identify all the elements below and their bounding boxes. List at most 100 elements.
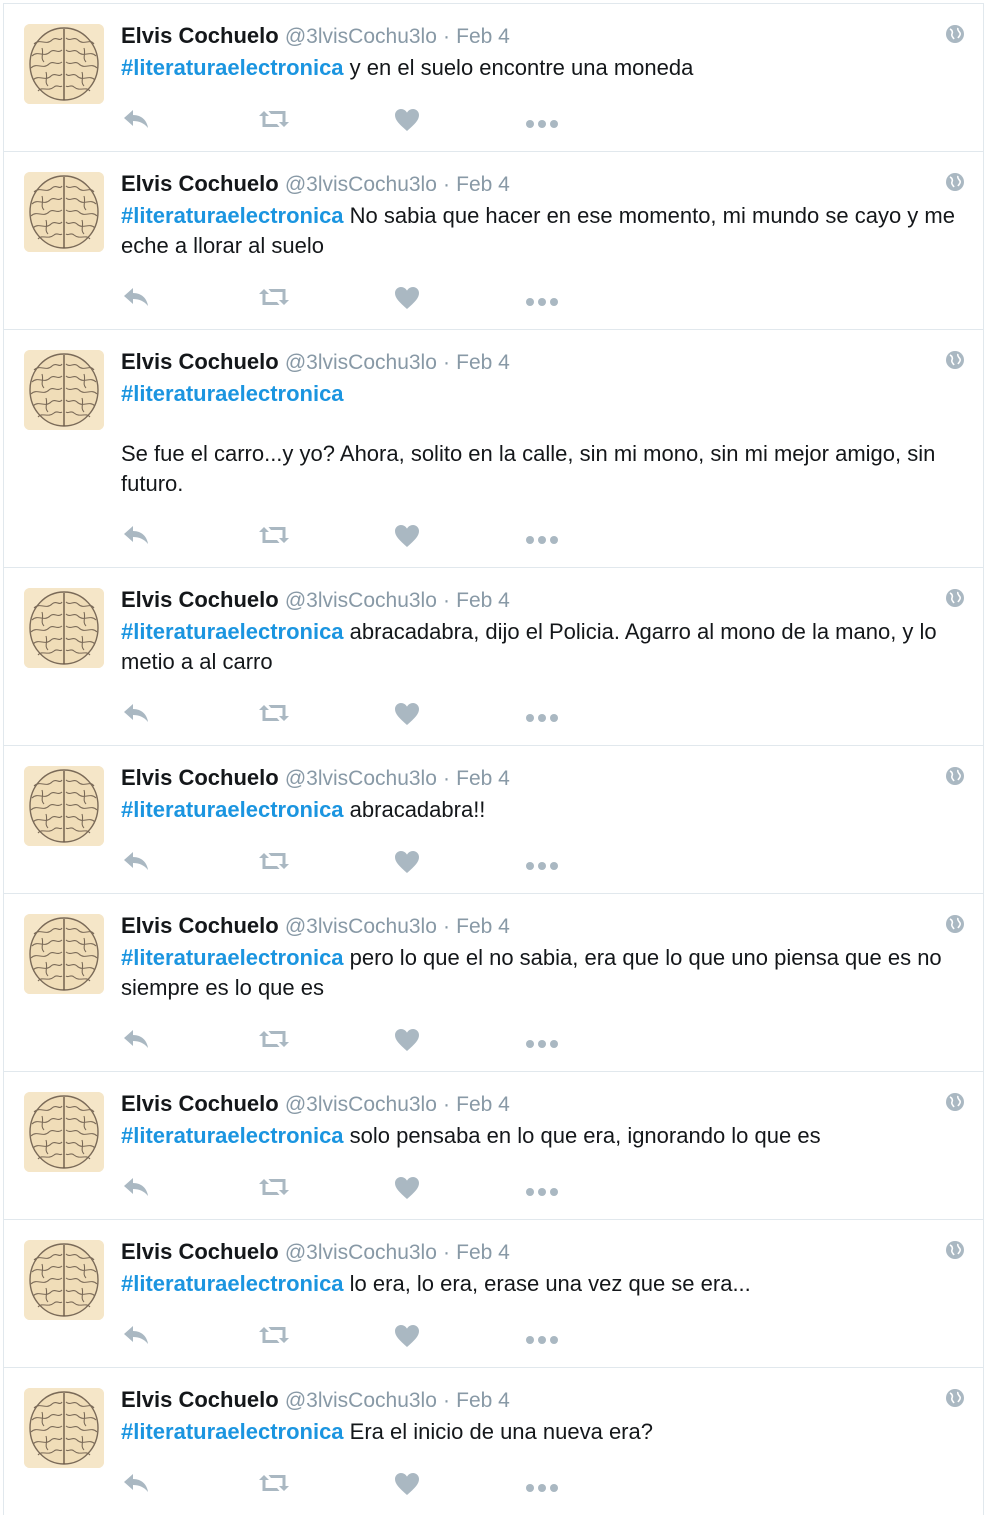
hashtag-link[interactable]: #literaturaelectronica [121, 619, 344, 644]
tweet-date[interactable]: Feb 4 [456, 767, 510, 790]
reply-icon[interactable] [121, 1323, 153, 1349]
avatar[interactable] [24, 588, 104, 668]
avatar[interactable] [24, 1092, 104, 1172]
author-handle[interactable]: @3lvisCochu3lo [285, 589, 437, 612]
more-icon[interactable] [525, 532, 559, 558]
heart-icon[interactable] [393, 285, 421, 311]
tweet[interactable]: Elvis Cochuelo @3lvisCochu3lo · Feb 4 #l… [4, 567, 983, 745]
heart-icon[interactable] [393, 1175, 421, 1201]
reply-icon[interactable] [121, 1027, 153, 1053]
avatar[interactable] [24, 1240, 104, 1320]
author-name[interactable]: Elvis Cochuelo [121, 1239, 279, 1264]
author-handle[interactable]: @3lvisCochu3lo [285, 1389, 437, 1412]
hashtag-link[interactable]: #literaturaelectronica [121, 1271, 344, 1296]
reply-icon[interactable] [121, 107, 153, 133]
reply-icon[interactable] [121, 523, 153, 549]
author-name[interactable]: Elvis Cochuelo [121, 765, 279, 790]
retweet-icon[interactable] [257, 701, 291, 727]
heart-icon[interactable] [393, 849, 421, 875]
tweet[interactable]: Elvis Cochuelo @3lvisCochu3lo · Feb 4 #l… [4, 329, 983, 567]
tweet-text: #literaturaelectronica Se fue el carro..… [121, 379, 963, 499]
retweet-icon[interactable] [257, 1027, 291, 1053]
tweet-date[interactable]: Feb 4 [456, 589, 510, 612]
author-handle[interactable]: @3lvisCochu3lo [285, 173, 437, 196]
globe-icon [945, 24, 965, 44]
tweet-actions [121, 523, 581, 549]
author-handle[interactable]: @3lvisCochu3lo [285, 767, 437, 790]
tweet-date[interactable]: Feb 4 [456, 351, 510, 374]
reply-icon[interactable] [121, 701, 153, 727]
tweet-text: #literaturaelectronica abracadabra!! [121, 795, 963, 825]
heart-icon[interactable] [393, 1323, 421, 1349]
author-name[interactable]: Elvis Cochuelo [121, 913, 279, 938]
hashtag-link[interactable]: #literaturaelectronica [121, 203, 344, 228]
avatar[interactable] [24, 172, 104, 252]
retweet-icon[interactable] [257, 1323, 291, 1349]
author-name[interactable]: Elvis Cochuelo [121, 349, 279, 374]
author-handle[interactable]: @3lvisCochu3lo [285, 351, 437, 374]
author-handle[interactable]: @3lvisCochu3lo [285, 1241, 437, 1264]
tweet-actions [121, 285, 581, 311]
more-icon[interactable] [525, 1036, 559, 1062]
retweet-icon[interactable] [257, 1471, 291, 1497]
tweet-date[interactable]: Feb 4 [456, 173, 510, 196]
hashtag-link[interactable]: #literaturaelectronica [121, 1123, 344, 1148]
heart-icon[interactable] [393, 107, 421, 133]
avatar[interactable] [24, 350, 104, 430]
avatar[interactable] [24, 766, 104, 846]
tweet-text: #literaturaelectronica solo pensaba en l… [121, 1121, 963, 1151]
author-handle[interactable]: @3lvisCochu3lo [285, 1093, 437, 1116]
avatar[interactable] [24, 914, 104, 994]
tweet-date[interactable]: Feb 4 [456, 915, 510, 938]
reply-icon[interactable] [121, 1175, 153, 1201]
heart-icon[interactable] [393, 523, 421, 549]
tweet-date[interactable]: Feb 4 [456, 1241, 510, 1264]
heart-icon[interactable] [393, 701, 421, 727]
hashtag-link[interactable]: #literaturaelectronica [121, 797, 344, 822]
retweet-icon[interactable] [257, 1175, 291, 1201]
tweet-date[interactable]: Feb 4 [456, 1389, 510, 1412]
separator-dot: · [443, 1093, 451, 1116]
retweet-icon[interactable] [257, 523, 291, 549]
tweet[interactable]: Elvis Cochuelo @3lvisCochu3lo · Feb 4 #l… [4, 745, 983, 893]
tweet-date[interactable]: Feb 4 [456, 25, 510, 48]
reply-icon[interactable] [121, 285, 153, 311]
retweet-icon[interactable] [257, 285, 291, 311]
more-icon[interactable] [525, 116, 559, 142]
hashtag-link[interactable]: #literaturaelectronica [121, 381, 344, 406]
tweet[interactable]: Elvis Cochuelo @3lvisCochu3lo · Feb 4 #l… [4, 1367, 983, 1515]
hashtag-link[interactable]: #literaturaelectronica [121, 945, 344, 970]
more-icon[interactable] [525, 1184, 559, 1210]
heart-icon[interactable] [393, 1027, 421, 1053]
author-name[interactable]: Elvis Cochuelo [121, 1387, 279, 1412]
author-name[interactable]: Elvis Cochuelo [121, 587, 279, 612]
hashtag-link[interactable]: #literaturaelectronica [121, 1419, 344, 1444]
avatar[interactable] [24, 1388, 104, 1468]
author-name[interactable]: Elvis Cochuelo [121, 171, 279, 196]
avatar[interactable] [24, 24, 104, 104]
tweet-actions [121, 849, 581, 875]
tweet[interactable]: Elvis Cochuelo @3lvisCochu3lo · Feb 4 #l… [4, 1219, 983, 1367]
tweet-date[interactable]: Feb 4 [456, 1093, 510, 1116]
hashtag-link[interactable]: #literaturaelectronica [121, 55, 344, 80]
separator-dot: · [443, 915, 451, 938]
tweet[interactable]: Elvis Cochuelo @3lvisCochu3lo · Feb 4 #l… [4, 151, 983, 329]
tweet[interactable]: Elvis Cochuelo @3lvisCochu3lo · Feb 4 #l… [4, 893, 983, 1071]
tweet[interactable]: Elvis Cochuelo @3lvisCochu3lo · Feb 4 #l… [4, 1071, 983, 1219]
retweet-icon[interactable] [257, 849, 291, 875]
more-icon[interactable] [525, 294, 559, 320]
author-name[interactable]: Elvis Cochuelo [121, 23, 279, 48]
author-handle[interactable]: @3lvisCochu3lo [285, 25, 437, 48]
retweet-icon[interactable] [257, 107, 291, 133]
tweet-body: abracadabra!! [343, 797, 486, 822]
more-icon[interactable] [525, 1480, 559, 1506]
more-icon[interactable] [525, 710, 559, 736]
more-icon[interactable] [525, 858, 559, 884]
author-name[interactable]: Elvis Cochuelo [121, 1091, 279, 1116]
tweet[interactable]: Elvis Cochuelo @3lvisCochu3lo · Feb 4 #l… [4, 3, 983, 151]
reply-icon[interactable] [121, 849, 153, 875]
more-icon[interactable] [525, 1332, 559, 1358]
reply-icon[interactable] [121, 1471, 153, 1497]
author-handle[interactable]: @3lvisCochu3lo [285, 915, 437, 938]
heart-icon[interactable] [393, 1471, 421, 1497]
